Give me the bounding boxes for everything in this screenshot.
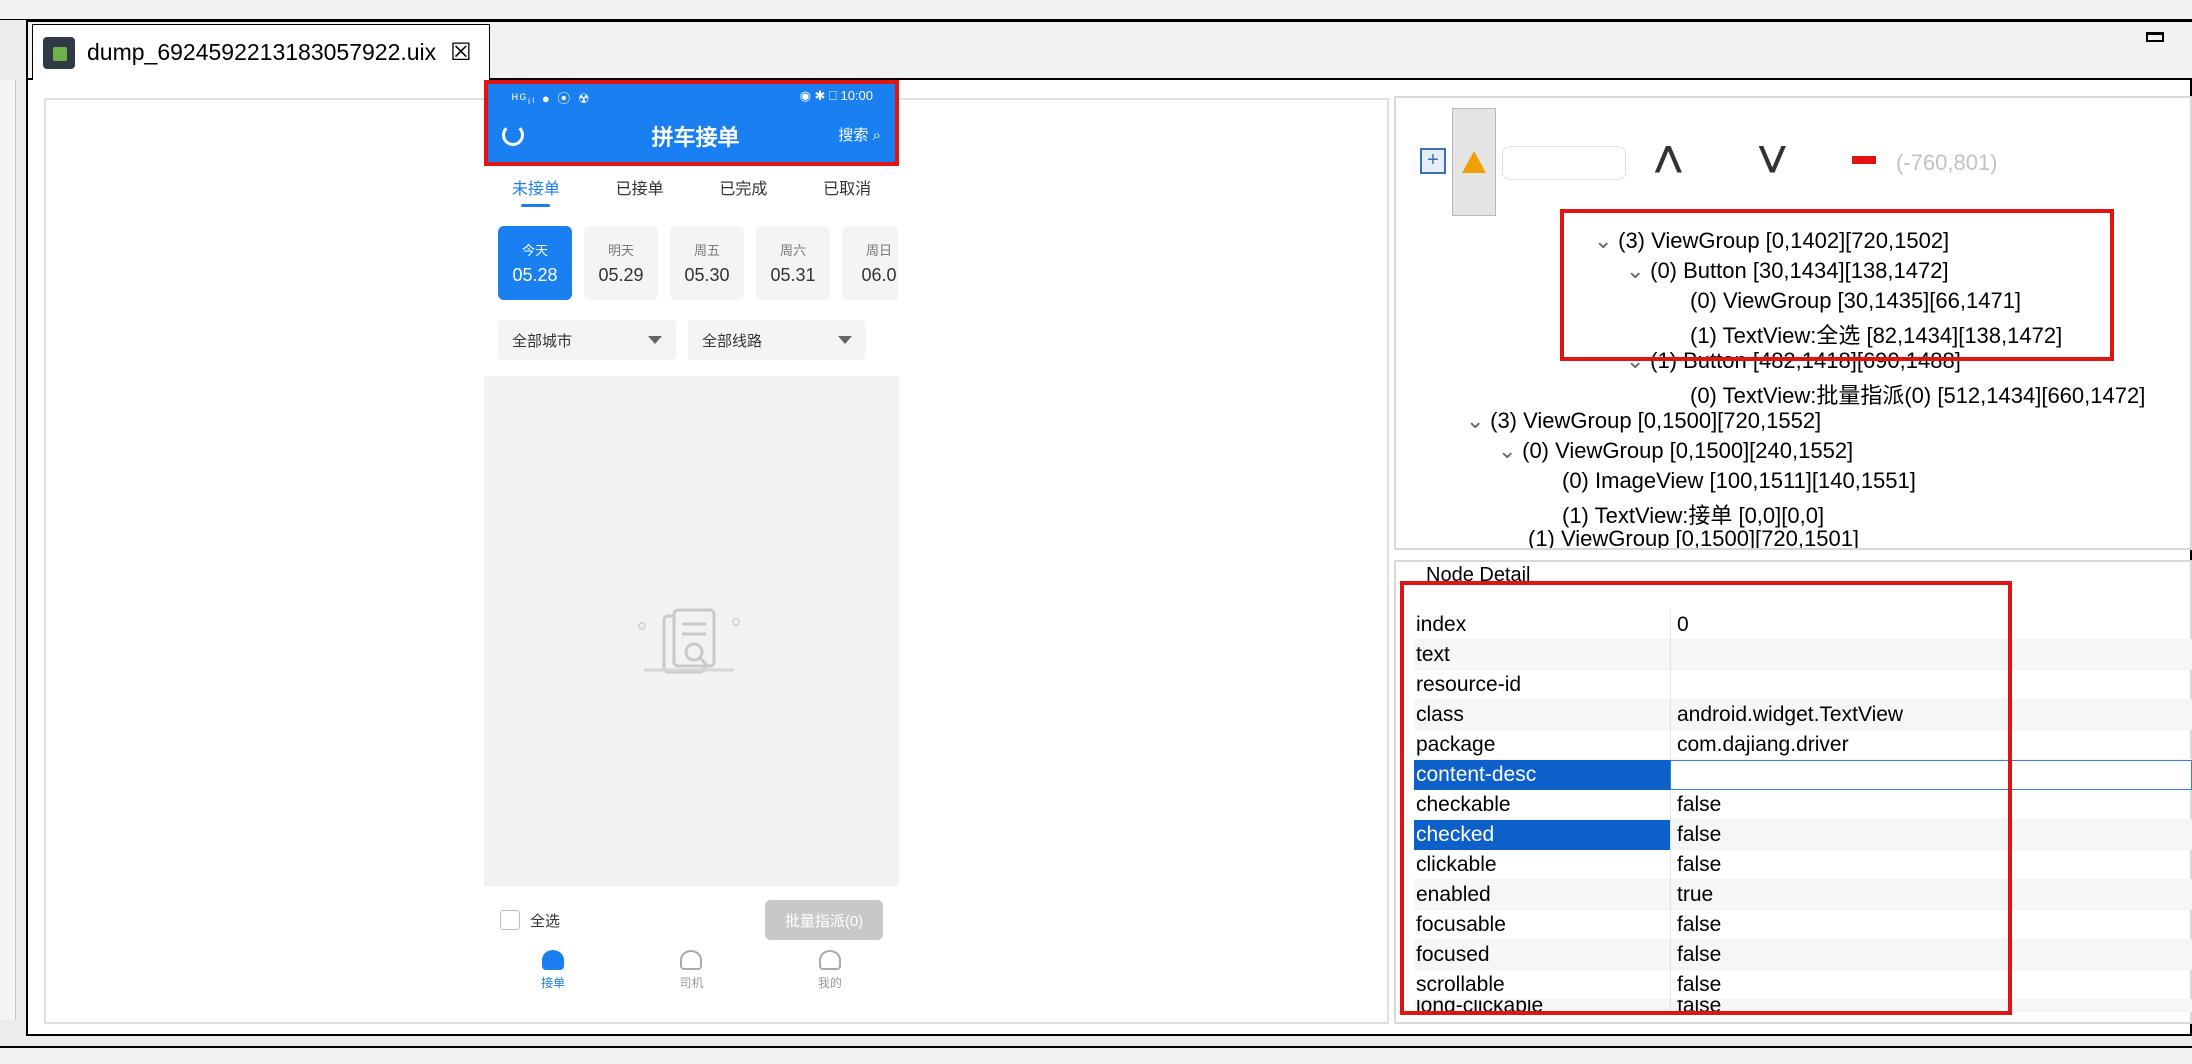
date-value: 05.29 <box>598 265 644 285</box>
select-all-label: 全选 <box>530 913 561 930</box>
next-match-icon[interactable]: ˅ <box>1756 132 1789 188</box>
tree-node[interactable]: (0) TextView:批量指派(0) [512,1434][660,1472… <box>1690 378 2145 410</box>
filter-row: 全部城市 全部线路 <box>498 320 898 364</box>
tree-search-input[interactable] <box>1502 146 1626 180</box>
date-card[interactable]: 周日 06.0 <box>842 226 898 300</box>
tree-node[interactable]: ⌄ (0) ViewGroup [0,1500][240,1552] <box>1498 438 1853 464</box>
route-filter-dropdown[interactable]: 全部线路 <box>688 320 866 360</box>
close-tab-icon[interactable]: ☒ <box>450 38 472 67</box>
empty-list-area <box>484 376 899 886</box>
tree-node[interactable]: ⌄ (3) ViewGroup [0,1500][720,1552] <box>1466 408 1821 434</box>
order-tabs: 未接单 已接单 已完成 已取消 <box>484 168 899 214</box>
nav-drivers[interactable]: 司机 <box>679 950 704 998</box>
batch-action-bar: 全选 批量指派(0) <box>484 896 899 946</box>
car-icon <box>542 950 565 970</box>
city-filter-dropdown[interactable]: 全部城市 <box>498 320 676 360</box>
app-header[interactable]: ᴴᴳᵢₗ ● ⦿ ☢ ◉ ✱ ⎕ 10:00 拼车接单 搜索 ⌕ <box>484 80 899 166</box>
tree-node-label: (0) ViewGroup [0,1500][240,1552] <box>1522 438 1854 463</box>
date-card[interactable]: 今天 05.28 <box>498 226 572 300</box>
date-weekday: 周五 <box>693 243 720 258</box>
empty-document-icon <box>638 608 740 674</box>
date-value: 05.28 <box>512 265 558 285</box>
search-button[interactable]: 搜索 ⌕ <box>838 124 881 145</box>
date-card[interactable]: 明天 05.29 <box>584 226 658 300</box>
tab-accepted[interactable]: 已接单 <box>616 175 664 207</box>
nav-orders[interactable]: 接单 <box>541 950 565 998</box>
tree-node[interactable]: (1) ViewGroup [0,1500][720,1501] <box>1528 526 1859 548</box>
highlight-box <box>1400 581 2012 1015</box>
batch-assign-button[interactable]: 批量指派(0) <box>765 900 883 940</box>
chevron-down-icon[interactable]: ⌄ <box>1466 408 1484 434</box>
editor-tab[interactable]: dump_6924592213183057922.uix ☒ <box>32 24 490 80</box>
status-time: ◉ ✱ ⎕ 10:00 <box>799 88 873 103</box>
driver-icon <box>680 950 703 970</box>
warning-icon <box>1462 151 1486 173</box>
nav-profile[interactable]: 我的 <box>818 950 842 998</box>
status-bar-icons: ᴴᴳᵢₗ ● ⦿ ☢ <box>512 91 592 106</box>
nav-orders-label: 接单 <box>541 976 566 990</box>
date-weekday: 周日 <box>865 243 892 258</box>
city-filter-label: 全部城市 <box>512 332 573 350</box>
device-screenshot[interactable]: ᴴᴳᵢₗ ● ⦿ ☢ ◉ ✱ ⎕ 10:00 拼车接单 搜索 ⌕ 未接单 已接单… <box>484 80 899 998</box>
date-weekday: 今天 <box>521 243 548 258</box>
nav-drivers-label: 司机 <box>679 976 704 990</box>
date-value: 05.30 <box>684 265 730 285</box>
caret-down-icon <box>648 336 662 344</box>
expand-all-icon[interactable]: + <box>1420 148 1446 174</box>
date-value: 05.31 <box>770 265 816 285</box>
route-filter-label: 全部线路 <box>702 332 763 350</box>
tree-node-label: (1) ViewGroup [0,1500][720,1501] <box>1528 526 1860 548</box>
previous-match-icon[interactable]: ˄ <box>1652 132 1685 188</box>
editor-tab-bar: dump_6924592213183057922.uix ☒ <box>28 22 2192 80</box>
tree-node-label: (1) TextView:接单 [0,0][0,0] <box>1562 503 1825 528</box>
collapse-icon[interactable] <box>1852 156 1876 164</box>
warning-toggle-button[interactable] <box>1452 108 1496 216</box>
date-value: 06.0 <box>861 265 897 285</box>
tree-node-label: (3) ViewGroup [0,1500][720,1552] <box>1490 408 1822 433</box>
tab-title: dump_6924592213183057922.uix <box>87 39 437 65</box>
date-weekday: 明天 <box>607 243 634 258</box>
tab-completed[interactable]: 已完成 <box>719 175 767 207</box>
highlight-box <box>1560 209 2114 361</box>
uix-file-icon <box>43 36 75 69</box>
date-weekday: 周六 <box>779 243 806 258</box>
caret-down-icon <box>838 336 852 344</box>
bottom-navigation: 接单 司机 我的 <box>484 950 899 998</box>
left-side-strip <box>0 80 16 1020</box>
tree-node-label: (0) ImageView [100,1511][140,1551] <box>1562 468 1916 493</box>
tree-node[interactable]: (0) ImageView [100,1511][140,1551] <box>1562 468 1916 494</box>
bottom-window-strip <box>0 1046 2192 1064</box>
nav-profile-label: 我的 <box>817 976 842 990</box>
tree-node-label: (0) TextView:批量指派(0) [512,1434][660,1472… <box>1690 383 2146 408</box>
date-card[interactable]: 周五 05.30 <box>670 226 744 300</box>
date-card[interactable]: 周六 05.31 <box>756 226 830 300</box>
minimize-icon[interactable] <box>2146 32 2164 42</box>
chevron-down-icon[interactable]: ⌄ <box>1498 438 1516 464</box>
date-selector: 今天 05.28 明天 05.29 周五 05.30 周六 05.31 周日 0… <box>498 226 898 302</box>
user-icon <box>818 950 841 970</box>
select-all-checkbox[interactable] <box>500 910 520 930</box>
cursor-coordinates: (-760,801) <box>1896 150 1998 175</box>
tab-cancelled[interactable]: 已取消 <box>823 175 871 207</box>
top-window-strip <box>0 0 2192 20</box>
tab-pending[interactable]: 未接单 <box>512 175 560 207</box>
